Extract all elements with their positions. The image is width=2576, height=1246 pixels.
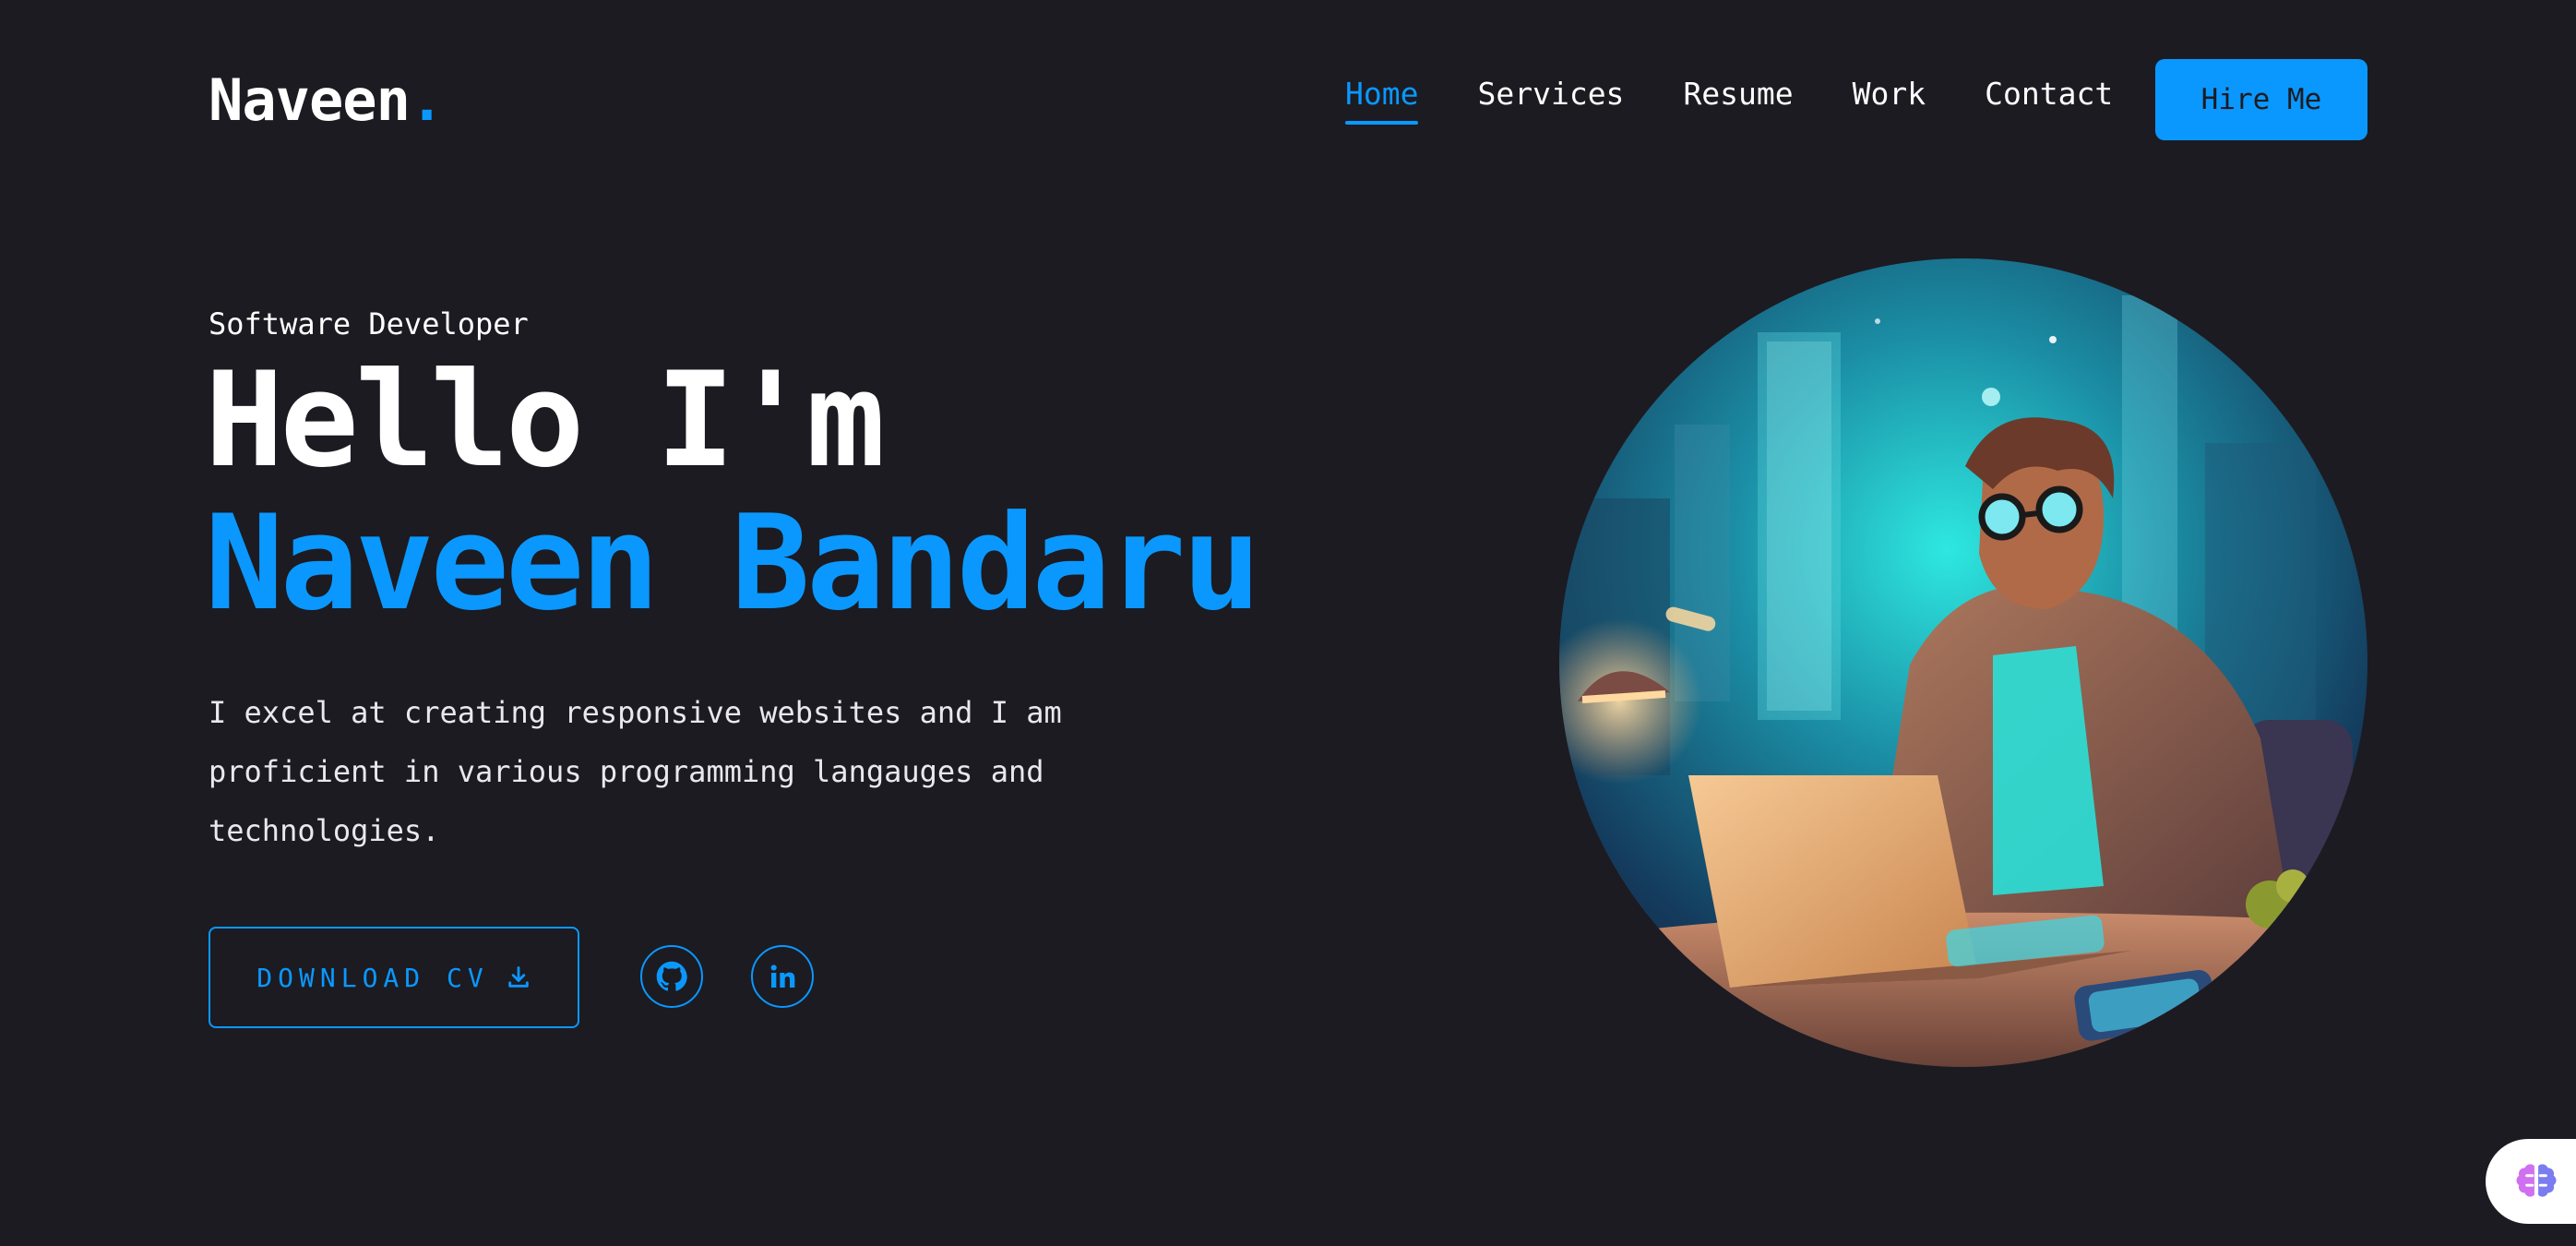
github-link[interactable] — [640, 945, 703, 1008]
nav-work[interactable]: Work — [1853, 76, 1926, 125]
assistant-widget[interactable] — [2486, 1139, 2576, 1224]
nav-resume[interactable]: Resume — [1683, 76, 1793, 125]
developer-illustration — [1559, 258, 2367, 1067]
greeting-heading: Hello I'm — [205, 344, 885, 497]
logo-text: Naveen — [209, 66, 411, 134]
bio-text: I excel at creating responsive websites … — [209, 695, 1062, 848]
github-icon — [656, 961, 687, 991]
name-heading: Naveen Bandaru — [205, 487, 1261, 640]
nav-contact[interactable]: Contact — [1985, 76, 2113, 125]
download-icon — [507, 966, 529, 988]
logo-dot: . — [409, 66, 444, 134]
download-cv-label: DOWNLOAD CV — [256, 962, 489, 993]
nav-services[interactable]: Services — [1477, 76, 1624, 125]
linkedin-link[interactable] — [751, 945, 814, 1008]
download-cv-button[interactable]: DOWNLOAD CV — [209, 927, 579, 1028]
main-nav: Home Services Resume Work Contact — [1345, 76, 2113, 125]
role-title: Software Developer — [209, 306, 529, 341]
nav-home[interactable]: Home — [1345, 76, 1419, 125]
linkedin-icon — [770, 964, 795, 988]
hire-me-button[interactable]: Hire Me — [2155, 59, 2367, 140]
brain-icon — [2516, 1164, 2557, 1197]
site-logo[interactable]: Naveen. — [209, 66, 444, 134]
